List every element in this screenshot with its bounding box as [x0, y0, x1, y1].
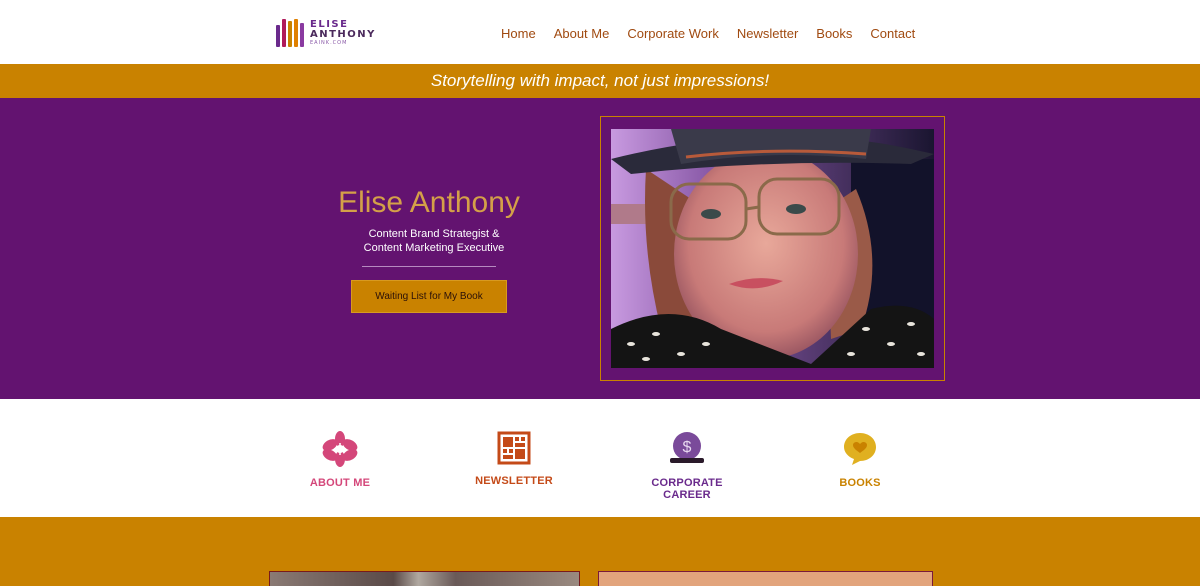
nav-item-corporate-work[interactable]: Corporate Work — [627, 26, 719, 41]
feature-books[interactable]: BOOKS — [805, 431, 915, 489]
feature-label-books: BOOKS — [839, 477, 881, 489]
logo-wordmark: ELISE ANTHONY EAINK.COM — [310, 20, 376, 46]
tagline-text: Storytelling with impact, not just impre… — [430, 71, 770, 90]
hero-subtitle-line-2: Content Marketing Executive — [363, 242, 505, 254]
hero-section: Elise Anthony Content Brand Strategist &… — [0, 98, 1200, 399]
nav-item-books[interactable]: Books — [816, 26, 852, 41]
feature-newsletter[interactable]: NEWSLETTER — [459, 431, 569, 487]
site-header: ELISE ANTHONY EAINK.COM Home About Me Co… — [0, 0, 1200, 64]
nav-item-newsletter[interactable]: Newsletter — [737, 26, 798, 41]
nav-item-contact[interactable]: Contact — [870, 26, 915, 41]
bottom-card-photo[interactable] — [269, 571, 580, 586]
heart-chat-icon — [844, 433, 876, 465]
feature-label-corporate-career: CORPORATE CAREER — [651, 477, 723, 501]
feature-corporate-career[interactable]: $ CORPORATE CAREER — [632, 431, 742, 501]
hero-subtitle-line-1: Content Brand Strategist & — [368, 228, 500, 240]
svg-text:$: $ — [683, 439, 692, 456]
portrait-frame — [600, 116, 945, 381]
logo-line-3: EAINK.COM — [310, 40, 348, 46]
feature-label-about-me: ABOUT ME — [309, 477, 371, 489]
portrait-illustration — [611, 129, 934, 368]
hero-divider — [362, 266, 496, 267]
logo-bars-icon — [276, 19, 304, 47]
hero-subtitle: Content Brand Strategist & Content Marke… — [320, 227, 548, 255]
feature-about-me[interactable]: ABOUT ME — [285, 431, 395, 489]
site-logo[interactable]: ELISE ANTHONY EAINK.COM — [276, 17, 386, 49]
waiting-list-button[interactable]: Waiting List for My Book — [351, 280, 507, 313]
tagline-band: Storytelling with impact, not just impre… — [0, 64, 1200, 98]
feature-label-newsletter: NEWSLETTER — [475, 475, 553, 487]
hero-name: Elise Anthony — [338, 186, 520, 219]
nav-item-about-me[interactable]: About Me — [554, 26, 610, 41]
newspaper-icon — [497, 431, 531, 465]
bottom-card-peach[interactable] — [598, 571, 933, 586]
feature-links-row: ABOUT ME NEWSLETTER $ CORPORATE CAREER B — [0, 399, 1200, 517]
bottom-section — [0, 517, 1200, 586]
portrait-photo — [611, 129, 934, 368]
main-nav: Home About Me Corporate Work Newsletter … — [501, 26, 915, 41]
logo-line-2: ANTHONY — [310, 29, 376, 40]
flower-icon — [322, 431, 358, 467]
dollar-coin-icon: $ — [670, 432, 704, 463]
nav-item-home[interactable]: Home — [501, 26, 536, 41]
